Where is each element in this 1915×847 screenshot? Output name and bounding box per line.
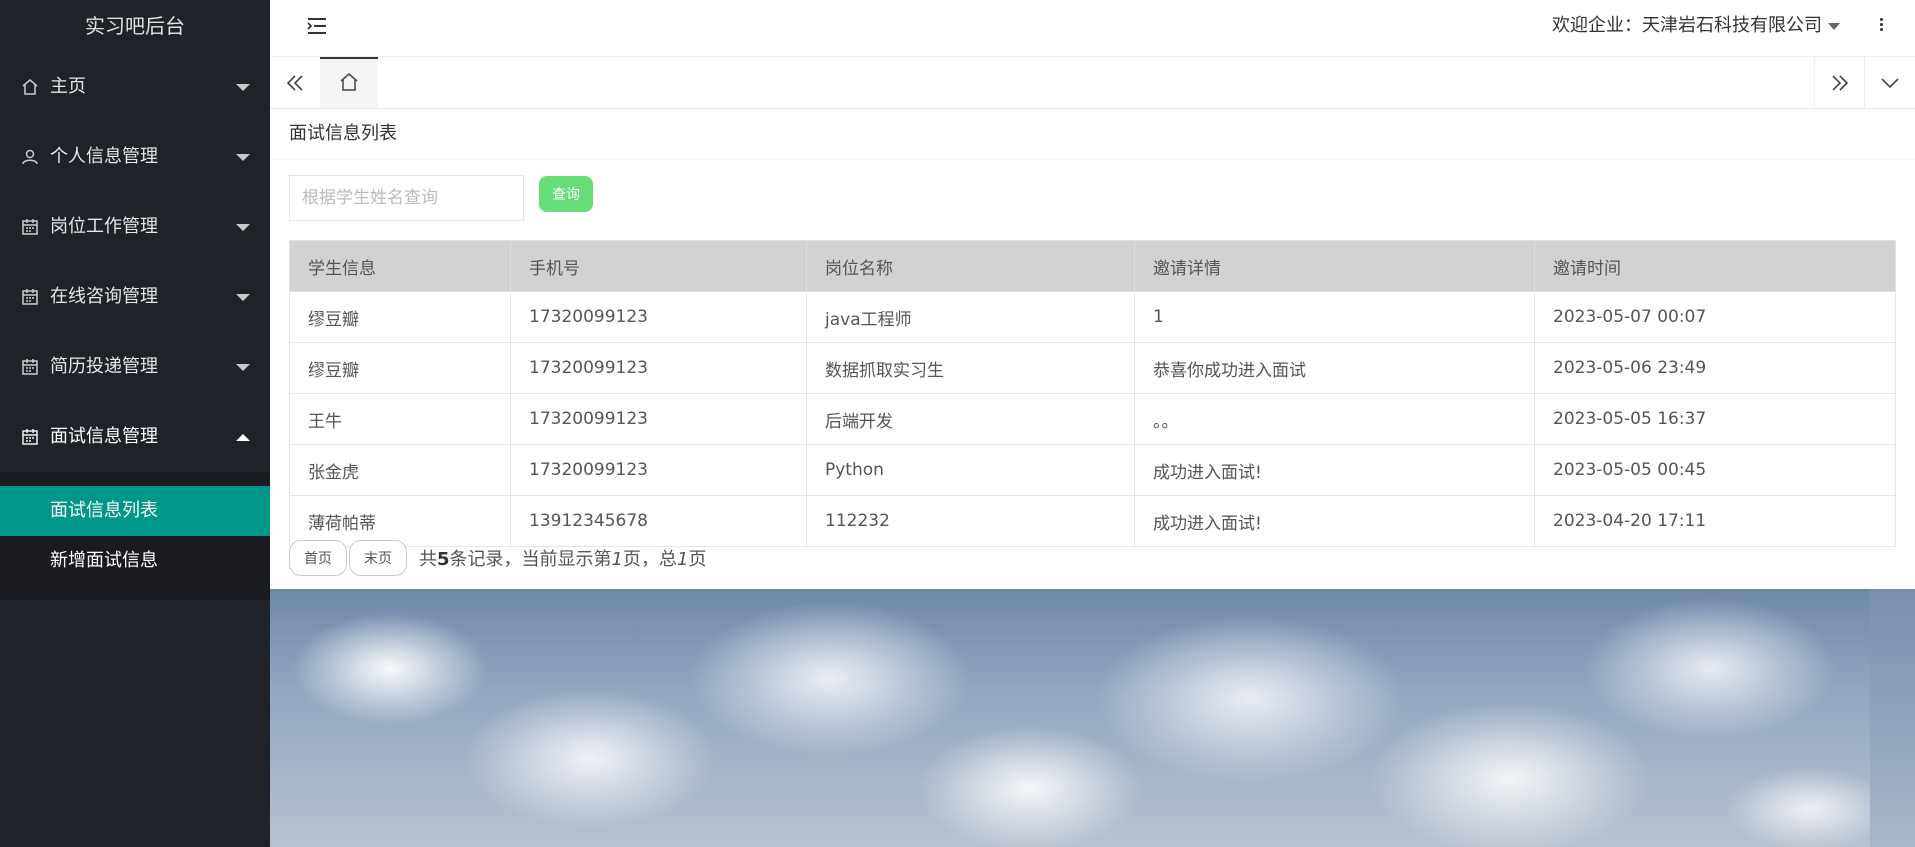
- search-input[interactable]: [289, 175, 524, 221]
- tab-bar: [270, 57, 1915, 109]
- column-header: 邀请时间: [1534, 240, 1896, 292]
- calendar-icon: [20, 262, 40, 332]
- cell-invite-time: 2023-05-05 00:45: [1534, 444, 1896, 496]
- calendar-icon: [20, 192, 40, 262]
- sidebar-item-job-management[interactable]: 岗位工作管理: [0, 192, 270, 262]
- column-header: 学生信息: [289, 240, 511, 292]
- pager-mid2: 页，总: [622, 549, 677, 570]
- chevron-up-icon: [236, 402, 250, 472]
- chevron-down-icon: [236, 122, 250, 192]
- cell-position: java工程师: [806, 291, 1135, 343]
- cell-student: 缪豆瓣: [289, 342, 511, 394]
- pager-prefix: 共: [419, 549, 437, 570]
- home-icon: [20, 52, 40, 122]
- column-header: 邀请详情: [1134, 240, 1535, 292]
- cell-invite-detail: 。。: [1134, 393, 1535, 445]
- cell-position: Python: [806, 444, 1135, 496]
- sidebar-item-label: 简历投递管理: [50, 356, 158, 377]
- current-page: 1: [611, 549, 623, 570]
- total-records: 5: [437, 549, 450, 570]
- top-header: 欢迎企业：天津岩石科技有限公司: [270, 0, 1915, 57]
- cell-phone: 17320099123: [510, 444, 807, 496]
- chevron-down-icon: [236, 332, 250, 402]
- cell-invite-detail: 成功进入面试!: [1134, 444, 1535, 496]
- column-header: 岗位名称: [806, 240, 1135, 292]
- chevron-down-icon: [236, 192, 250, 262]
- sidebar-item-personal-info[interactable]: 个人信息管理: [0, 122, 270, 192]
- pager-mid: 条记录，当前显示第: [449, 549, 612, 570]
- tab-scroll-right-icon[interactable]: [1814, 57, 1865, 108]
- column-header: 手机号: [510, 240, 807, 292]
- cell-invite-detail: 成功进入面试!: [1134, 495, 1535, 547]
- cell-phone: 17320099123: [510, 342, 807, 394]
- sidebar: 实习吧后台 主页 个人信息管理 岗位工作管理 在线咨询管理 简历投递管理 面试信…: [0, 0, 270, 847]
- cloud-background-image: [270, 589, 1870, 847]
- brand-title: 实习吧后台: [85, 14, 185, 38]
- pagination: 首页 末页 共5条记录，当前显示第1页，总1页: [289, 539, 706, 577]
- cell-invite-time: 2023-05-06 23:49: [1534, 342, 1896, 394]
- cell-position: 数据抓取实习生: [806, 342, 1135, 394]
- tab-home[interactable]: [320, 57, 378, 108]
- welcome-text: 欢迎企业：天津岩石科技有限公司: [1552, 15, 1822, 36]
- calendar-icon: [20, 402, 40, 472]
- menu-toggle-icon[interactable]: [306, 16, 330, 40]
- sidebar-item-interview-management[interactable]: 面试信息管理: [0, 402, 270, 472]
- first-page-button[interactable]: 首页: [289, 540, 347, 576]
- table-row: 缪豆瓣 17320099123 数据抓取实习生 恭喜你成功进入面试 2023-0…: [289, 342, 1896, 394]
- cell-invite-detail: 1: [1134, 291, 1535, 343]
- sidebar-item-label: 个人信息管理: [50, 146, 158, 167]
- background-image-edge: [1870, 589, 1915, 847]
- cell-position: 后端开发: [806, 393, 1135, 445]
- sidebar-item-label: 岗位工作管理: [50, 216, 158, 237]
- search-button[interactable]: 查询: [539, 176, 593, 212]
- table-row: 缪豆瓣 17320099123 java工程师 1 2023-05-07 00:…: [289, 291, 1896, 343]
- user-icon: [20, 122, 40, 192]
- main-content: 面试信息列表 查询 学生信息 手机号 岗位名称 邀请详情 邀请时间 缪豆瓣 17…: [270, 109, 1915, 847]
- user-menu[interactable]: 欢迎企业：天津岩石科技有限公司: [1552, 0, 1840, 52]
- sidebar-item-resume-management[interactable]: 简历投递管理: [0, 332, 270, 402]
- sidebar-item-consult-management[interactable]: 在线咨询管理: [0, 262, 270, 332]
- pagination-summary: 共5条记录，当前显示第1页，总1页: [419, 545, 706, 571]
- cell-student: 张金虎: [289, 444, 511, 496]
- total-pages: 1: [676, 549, 689, 570]
- tab-dropdown-icon[interactable]: [1864, 57, 1915, 108]
- pager-suffix: 页: [688, 549, 707, 570]
- sidebar-subitem-add-interview[interactable]: 新增面试信息: [0, 536, 270, 586]
- cell-phone: 17320099123: [510, 291, 807, 343]
- tab-scroll-left-icon[interactable]: [270, 57, 320, 108]
- cell-student: 王牛: [289, 393, 511, 445]
- cell-position: 112232: [806, 495, 1135, 547]
- page-title: 面试信息列表: [270, 109, 1915, 160]
- sidebar-subnav: 面试信息列表 新增面试信息: [0, 472, 270, 600]
- sidebar-item-label: 在线咨询管理: [50, 286, 158, 307]
- cell-invite-time: 2023-05-05 16:37: [1534, 393, 1896, 445]
- home-icon: [339, 72, 359, 96]
- interview-table: 学生信息 手机号 岗位名称 邀请详情 邀请时间 缪豆瓣 17320099123 …: [289, 240, 1896, 547]
- sidebar-item-label: 主页: [50, 76, 86, 97]
- caret-down-icon: [1828, 22, 1840, 30]
- table-row: 王牛 17320099123 后端开发 。。 2023-05-05 16:37: [289, 393, 1896, 445]
- chevron-down-icon: [236, 262, 250, 332]
- cell-invite-detail: 恭喜你成功进入面试: [1134, 342, 1535, 394]
- cell-student: 缪豆瓣: [289, 291, 511, 343]
- table-row: 张金虎 17320099123 Python 成功进入面试! 2023-05-0…: [289, 444, 1896, 496]
- table-header-row: 学生信息 手机号 岗位名称 邀请详情 邀请时间: [289, 240, 1896, 292]
- cell-invite-time: 2023-05-07 00:07: [1534, 291, 1896, 343]
- chevron-down-icon: [236, 52, 250, 122]
- sidebar-item-home[interactable]: 主页: [0, 52, 270, 122]
- sidebar-subitem-interview-list[interactable]: 面试信息列表: [0, 486, 270, 536]
- calendar-icon: [20, 332, 40, 402]
- more-vertical-icon[interactable]: [1877, 16, 1885, 36]
- last-page-button[interactable]: 末页: [349, 540, 407, 576]
- cell-phone: 17320099123: [510, 393, 807, 445]
- cell-invite-time: 2023-04-20 17:11: [1534, 495, 1896, 547]
- sidebar-item-label: 面试信息管理: [50, 426, 158, 447]
- content-card: 面试信息列表 查询 学生信息 手机号 岗位名称 邀请详情 邀请时间 缪豆瓣 17…: [270, 109, 1915, 589]
